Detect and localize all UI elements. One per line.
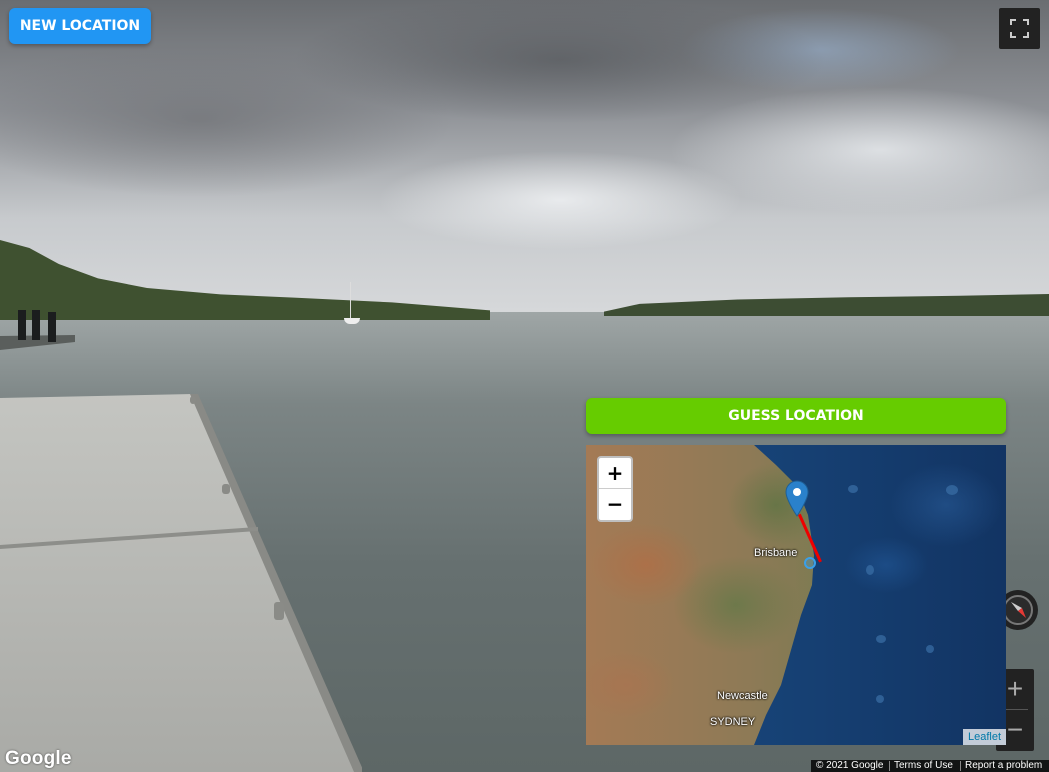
sky bbox=[0, 0, 1049, 312]
leaflet-attribution[interactable]: Leaflet bbox=[962, 729, 1006, 745]
map-zoom-out-button[interactable]: − bbox=[599, 489, 631, 519]
map-zoom-control: + − bbox=[597, 456, 633, 522]
jetty-pile bbox=[48, 312, 56, 342]
map-reef bbox=[866, 565, 874, 575]
guess-minimap[interactable]: Brisbane Newcastle SYDNEY + − Leaflet bbox=[586, 445, 1006, 745]
map-reef bbox=[946, 485, 958, 495]
footer-divider bbox=[960, 761, 961, 771]
map-reef bbox=[876, 695, 884, 703]
map-label-sydney: SYDNEY bbox=[710, 716, 756, 728]
mooring-cleat bbox=[274, 602, 284, 620]
map-footer: © 2021 Google Terms of Use Report a prob… bbox=[811, 760, 1049, 772]
guess-location-button[interactable]: GUESS LOCATION bbox=[586, 398, 1006, 434]
map-reef bbox=[848, 485, 858, 493]
google-logo: Google bbox=[5, 748, 72, 769]
report-problem-link[interactable]: Report a problem bbox=[965, 760, 1042, 772]
sailboat-mast bbox=[350, 282, 351, 320]
new-location-button[interactable]: NEW LOCATION bbox=[9, 8, 151, 44]
map-label-newcastle: Newcastle bbox=[717, 690, 768, 702]
fullscreen-button[interactable] bbox=[999, 8, 1040, 49]
mooring-cleat bbox=[190, 396, 196, 404]
footer-divider bbox=[889, 761, 890, 771]
jetty-pile bbox=[18, 310, 26, 340]
compass-icon bbox=[1003, 595, 1033, 625]
fullscreen-icon bbox=[1010, 19, 1029, 38]
map-reef bbox=[876, 635, 886, 643]
map-pin-icon bbox=[785, 480, 809, 517]
copyright-text: © 2021 Google bbox=[816, 760, 884, 771]
actual-location-marker bbox=[804, 557, 816, 569]
guess-marker[interactable] bbox=[785, 480, 809, 523]
terms-of-use-link[interactable]: Terms of Use bbox=[894, 760, 953, 772]
mooring-cleat bbox=[222, 484, 230, 494]
jetty-pile bbox=[32, 310, 40, 340]
map-reef bbox=[926, 645, 934, 653]
map-zoom-in-button[interactable]: + bbox=[599, 458, 631, 489]
map-label-brisbane: Brisbane bbox=[754, 547, 798, 559]
